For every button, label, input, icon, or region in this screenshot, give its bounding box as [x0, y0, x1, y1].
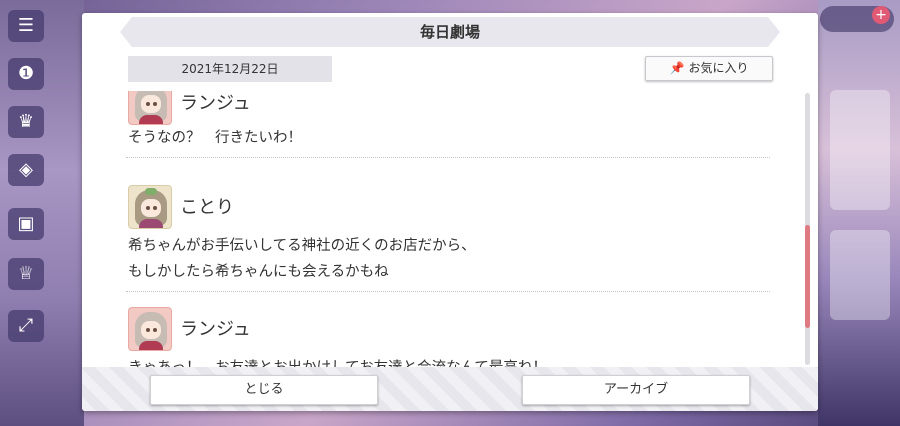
speaker-name: ランジュ: [180, 319, 251, 340]
background-deco: [830, 90, 890, 210]
list-item: ランジュ そうなの？ 行きたいわ！: [126, 91, 770, 158]
hamburger-icon[interactable]: ☰: [8, 10, 44, 42]
favorite-button-label: お気に入り: [688, 61, 749, 75]
date-label: 2021年12月22日: [128, 56, 332, 82]
pin-icon: 📌: [669, 61, 685, 75]
dialogue-line: もしかしたら希ちゃんにも会えるかもね: [128, 264, 389, 280]
speaker-name: ことり: [180, 197, 234, 218]
side-menu-button[interactable]: ▣: [8, 208, 44, 240]
list-item: ことり 希ちゃんがお手伝いしてる神社の近くのお店だから、 もしかしたら希ちゃんに…: [126, 185, 770, 292]
close-button[interactable]: とじる: [150, 375, 378, 405]
background-deco: [830, 230, 890, 320]
speaker-row: ランジュ: [126, 307, 770, 351]
scrollbar-thumb[interactable]: [805, 225, 810, 328]
daily-theater-dialog: 毎日劇場 2021年12月22日 📌 お気に入り ランジュ そうなの？ 行きたいわ…: [82, 13, 818, 411]
list-item: ランジュ きゃあっ！ お友達とお出かけしてお友達と合流なんて最高ね！: [126, 307, 770, 376]
side-menu-button[interactable]: ⤢: [8, 310, 44, 342]
dialog-title: 毎日劇場: [419, 23, 480, 41]
dialogue-line: 希ちゃんがお手伝いしてる神社の近くのお店だから、: [128, 238, 476, 254]
speaker-row: ことり: [126, 185, 770, 229]
side-menu-button[interactable]: ❶: [8, 58, 44, 90]
gift-icon[interactable]: ◈: [8, 154, 44, 186]
avatar: [128, 185, 172, 229]
favorite-button[interactable]: 📌 お気に入り: [645, 56, 773, 81]
divider: [126, 157, 770, 158]
side-menu-button[interactable]: ♛: [8, 106, 44, 138]
avatar: [128, 307, 172, 351]
background-right-panel: [818, 0, 900, 426]
archive-button[interactable]: アーカイブ: [522, 375, 750, 405]
avatar: [128, 91, 172, 125]
plus-icon[interactable]: +: [872, 6, 890, 24]
side-menu-button[interactable]: ♕: [8, 258, 44, 290]
divider: [126, 291, 770, 292]
dialogue-line: そうなの？ 行きたいわ！: [128, 130, 302, 146]
title-bar: 毎日劇場: [120, 17, 780, 47]
speaker-row: ランジュ: [126, 91, 770, 125]
speaker-name: ランジュ: [180, 93, 251, 114]
conversation-list[interactable]: ランジュ そうなの？ 行きたいわ！ ことり 希ちゃんがお手伝いしてる神社の近くの…: [126, 91, 770, 376]
